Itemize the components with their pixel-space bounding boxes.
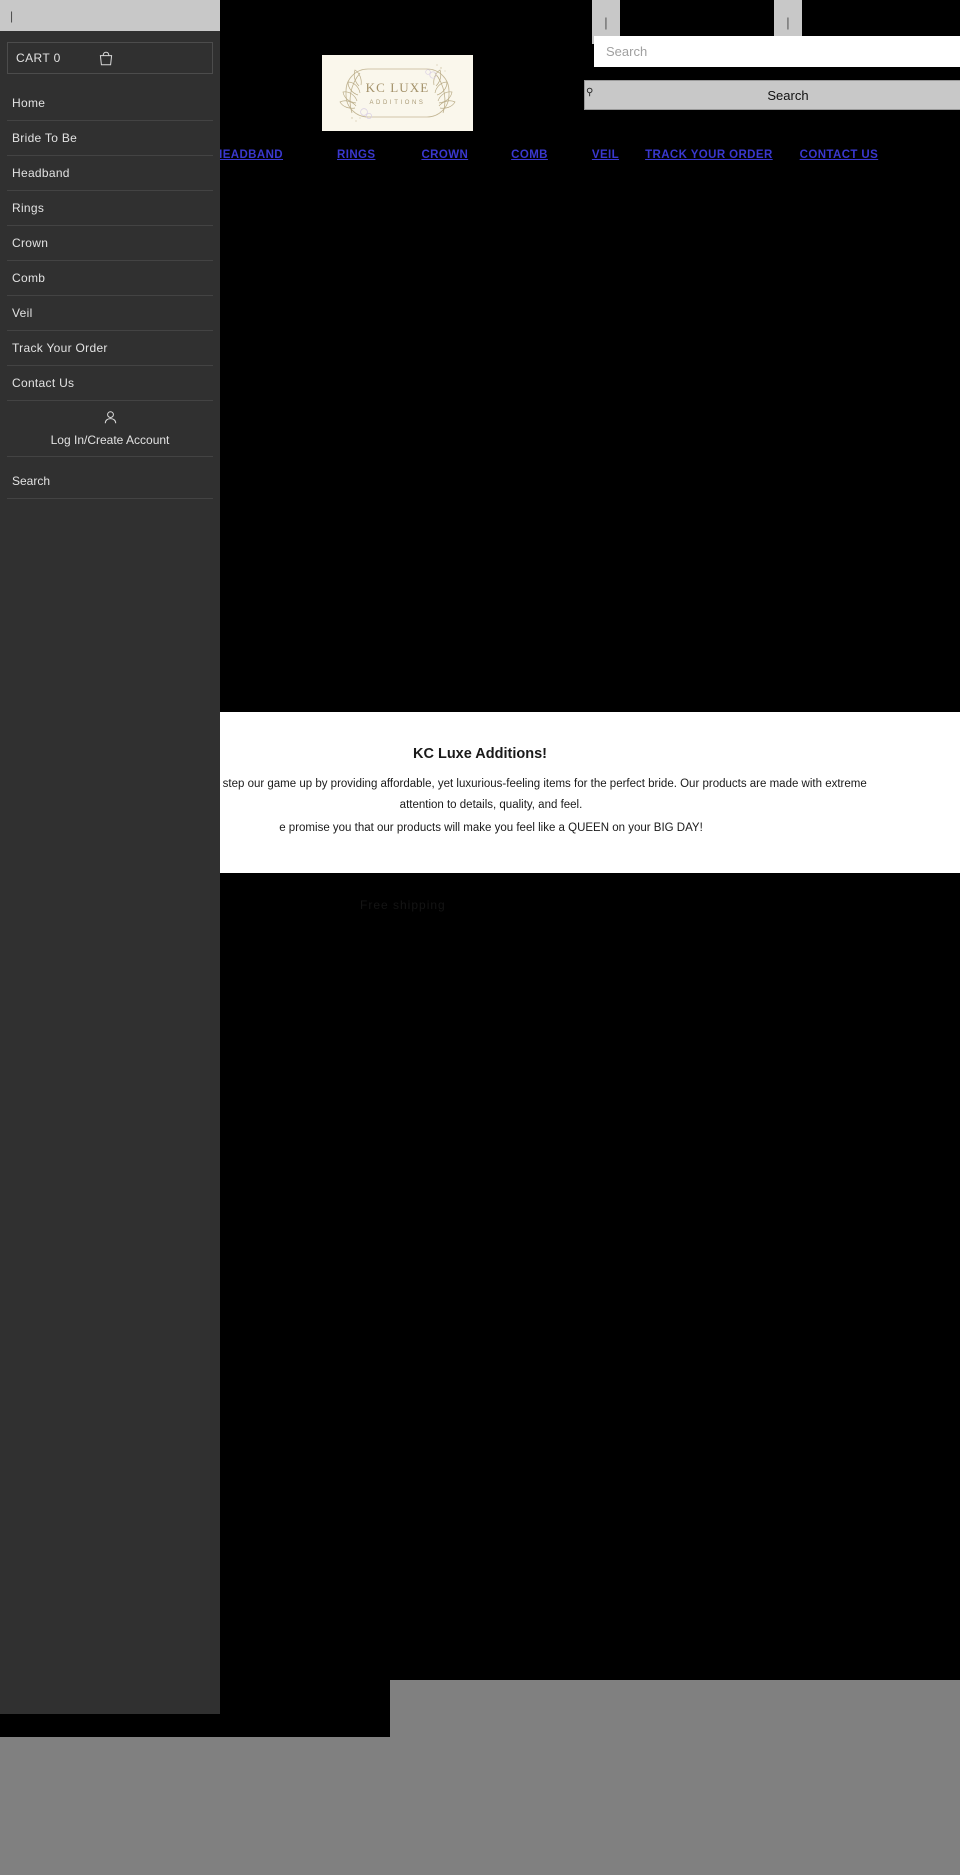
page-bottom-cutout (390, 1680, 960, 1737)
cart-button[interactable]: CART 0 (7, 42, 213, 74)
user-icon (103, 410, 118, 430)
nav-link-rings[interactable]: RINGS (337, 149, 375, 161)
sidebar-item-rings[interactable]: Rings (7, 191, 213, 226)
search-button[interactable]: Search (584, 80, 960, 110)
nav-link-headband[interactable]: HEADBAND (214, 149, 283, 161)
nav-link-comb[interactable]: COMB (511, 149, 548, 161)
caret-icon: | (604, 14, 608, 30)
sidebar-item-contact-us[interactable]: Contact Us (7, 366, 213, 401)
sidebar-item-crown[interactable]: Crown (7, 226, 213, 261)
search-input[interactable] (594, 36, 960, 67)
sidebar-item-home[interactable]: Home (7, 86, 213, 121)
caret-icon: | (10, 8, 14, 23)
drawer-header[interactable]: | (0, 0, 220, 31)
nav-link-crown[interactable]: CROWN (421, 149, 468, 161)
sidebar-item-track-your-order[interactable]: Track Your Order (7, 331, 213, 366)
sidebar-item-label: Headband (12, 166, 70, 180)
logo-secondary-text: ADDITIONS (369, 100, 425, 106)
nav-link-track-your-order[interactable]: TRACK YOUR ORDER (645, 149, 773, 161)
sidebar-item-label: Home (12, 96, 46, 110)
sidebar-item-search[interactable]: Search (7, 464, 213, 499)
sidebar-item-label: Bride To Be (12, 131, 78, 145)
nav-link-contact-us[interactable]: CONTACT US (800, 149, 879, 161)
logo-primary-text: KC LUXE (366, 80, 430, 95)
sidebar-item-label: Search (12, 474, 51, 488)
sidebar-item-label: Rings (12, 201, 45, 215)
sidebar-item-label: Crown (12, 236, 49, 250)
caret-icon: | (786, 14, 790, 30)
sidebar-item-headband[interactable]: Headband (7, 156, 213, 191)
sidebar-item-veil[interactable]: Veil (7, 296, 213, 331)
login-create-account-button[interactable]: Log In/Create Account (7, 401, 213, 457)
magnifier-icon: ⚲ (586, 87, 594, 98)
sidebar-item-comb[interactable]: Comb (7, 261, 213, 296)
sidebar-item-label: Comb (12, 271, 46, 285)
navigation-drawer: | CART 0 Home Bride To Be Headband Rings… (0, 0, 220, 1714)
sidebar-item-label: Contact Us (12, 376, 75, 390)
logo-artwork: KC LUXE ADDITIONS (322, 55, 473, 131)
drawer-menu: Home Bride To Be Headband Rings Crown Co… (0, 86, 220, 401)
sidebar-item-label: Track Your Order (12, 341, 108, 355)
page-root: | | KC LUXE ADDITIONS Search Search ⚲ HE… (0, 0, 960, 1875)
login-create-account-label: Log In/Create Account (50, 433, 170, 447)
sidebar-item-label: Veil (12, 306, 33, 320)
shopping-bag-icon (98, 50, 114, 72)
nav-link-veil[interactable]: VEIL (592, 149, 619, 161)
faint-banner-text: Free shipping (360, 898, 446, 912)
site-logo[interactable]: KC LUXE ADDITIONS (322, 55, 473, 131)
cart-label: CART 0 (16, 51, 61, 65)
sidebar-item-bride-to-be[interactable]: Bride To Be (7, 121, 213, 156)
